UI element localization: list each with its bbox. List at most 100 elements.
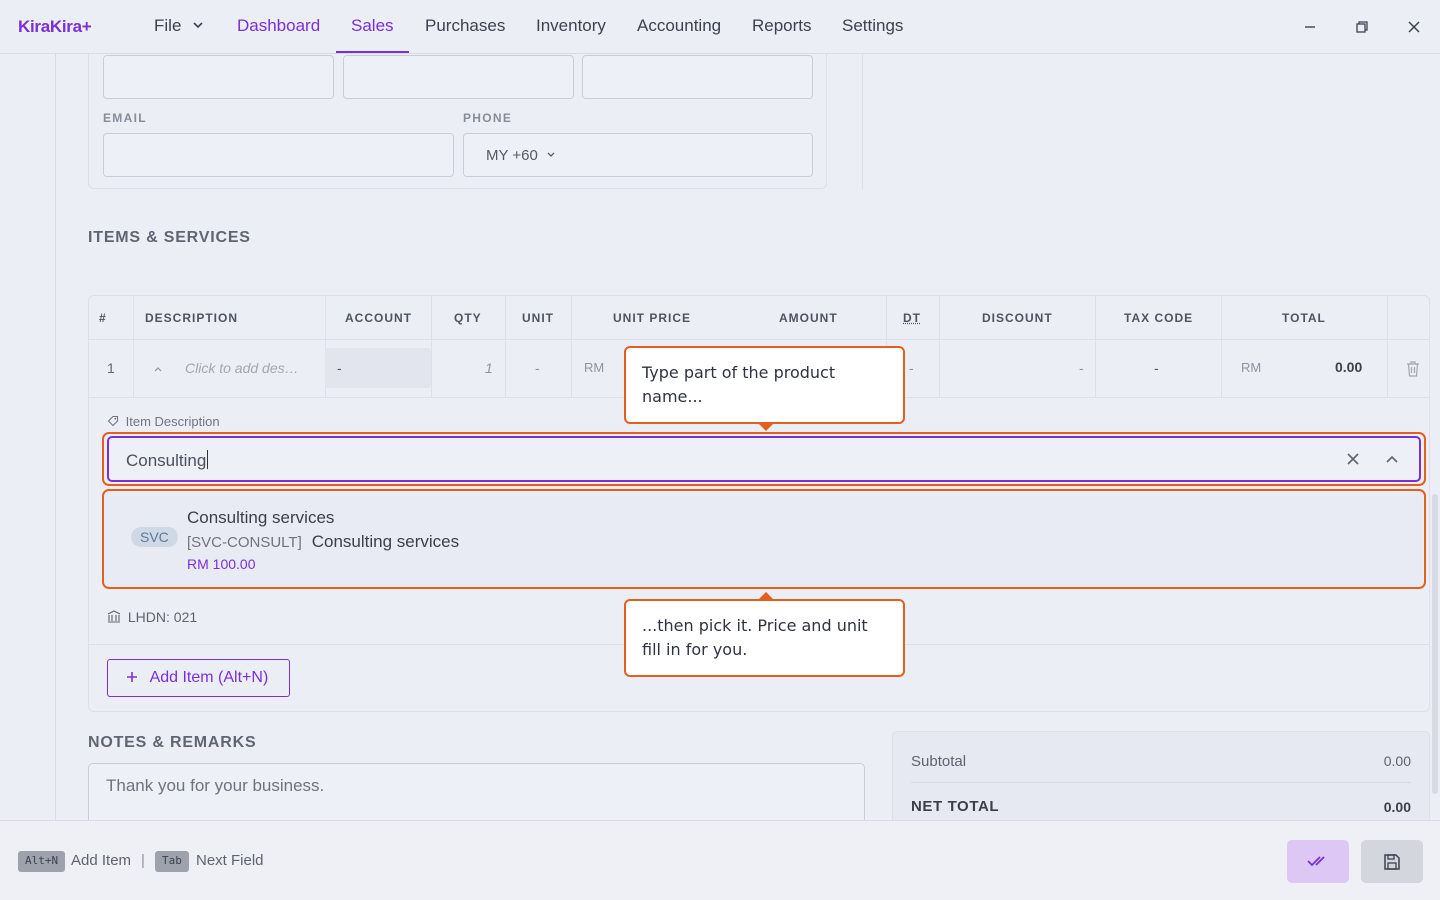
email-label: EMAIL xyxy=(103,111,147,125)
subtotal-value: 0.00 xyxy=(1383,753,1411,769)
col-account: ACCOUNT xyxy=(345,311,412,325)
address-field-3[interactable] xyxy=(582,55,813,99)
shortcut-key-tab: Tab xyxy=(155,851,189,872)
plus-icon xyxy=(127,672,137,682)
totals-panel: Subtotal 0.00 NET TOTAL 0.00 xyxy=(892,731,1430,820)
col-unit-price: UNIT PRICE xyxy=(613,311,692,325)
total-currency: RM xyxy=(1241,360,1262,375)
save-button[interactable] xyxy=(1361,840,1423,883)
account-cell[interactable]: - xyxy=(325,348,431,388)
qty-cell[interactable]: 1 xyxy=(485,360,493,376)
invoice-form: EMAIL PHONE MY +60 ITEMS & SERVICES # DE… xyxy=(56,54,1430,820)
account-value: - xyxy=(337,360,342,376)
item-search-input[interactable]: Consulting xyxy=(107,436,1421,482)
item-description-text: Item Description xyxy=(125,414,220,429)
address-field-1[interactable] xyxy=(103,55,334,99)
email-field[interactable] xyxy=(103,133,454,177)
shortcut-key-add: Alt+N xyxy=(18,851,66,872)
unit-price-currency: RM xyxy=(584,360,605,375)
phone-country-select[interactable]: MY +60 xyxy=(486,147,556,164)
mark-complete-button[interactable] xyxy=(1287,840,1349,883)
restore-icon[interactable] xyxy=(1351,16,1373,38)
col-num: # xyxy=(99,311,107,325)
lhdn-code: LHDN: 021 xyxy=(107,609,197,625)
row-number: 1 xyxy=(107,360,115,376)
phone-field[interactable]: MY +60 xyxy=(463,133,813,177)
top-bar: KiraKira+ File Dashboard Sales Purchases… xyxy=(0,0,1440,54)
menu-dashboard[interactable]: Dashboard xyxy=(237,16,320,36)
tooltip-type-product: Type part of the product name... xyxy=(624,346,905,431)
left-sidebar xyxy=(0,54,56,820)
search-value-wrap: Consulting xyxy=(126,450,209,471)
col-dt: DT xyxy=(903,311,921,325)
col-unit: UNIT xyxy=(522,311,554,325)
search-value: Consulting xyxy=(126,451,207,470)
tooltip-arrow xyxy=(758,423,774,431)
menu-sales[interactable]: Sales xyxy=(351,16,394,36)
active-tab-indicator xyxy=(336,51,409,53)
unit-cell[interactable]: - xyxy=(535,360,540,376)
text-caret xyxy=(207,450,209,469)
address-field-2[interactable] xyxy=(343,55,574,99)
building-icon xyxy=(107,610,121,623)
chevron-down-icon xyxy=(547,152,555,157)
dropdown-highlight xyxy=(102,489,1426,589)
divider xyxy=(862,54,863,190)
app-logo: KiraKira+ xyxy=(18,17,92,36)
phone-label: PHONE xyxy=(463,111,513,125)
menu-accounting[interactable]: Accounting xyxy=(637,16,721,36)
trash-icon[interactable] xyxy=(1405,360,1421,378)
phone-code: +60 xyxy=(512,147,538,164)
chevron-up-icon[interactable] xyxy=(153,364,163,374)
col-description: DESCRIPTION xyxy=(145,311,239,325)
notes-value: Thank you for your business. xyxy=(106,776,325,795)
notes-section-title: NOTES & REMARKS xyxy=(88,734,257,751)
col-amount: AMOUNT xyxy=(779,311,838,325)
lhdn-text: LHDN: 021 xyxy=(127,609,198,625)
scrollbar-thumb[interactable] xyxy=(1432,494,1438,794)
discount-cell[interactable]: - xyxy=(1079,360,1084,376)
table-header: # DESCRIPTION ACCOUNT QTY UNIT UNIT PRIC… xyxy=(89,296,1429,340)
minimize-icon[interactable] xyxy=(1299,16,1321,38)
notes-textarea[interactable]: Thank you for your business. xyxy=(88,763,865,820)
scrollbar[interactable] xyxy=(1430,54,1440,820)
tax-code-cell[interactable]: - xyxy=(1154,360,1159,376)
menu-reports[interactable]: Reports xyxy=(752,16,812,36)
add-item-button[interactable]: Add Item (Alt+N) xyxy=(107,659,290,697)
col-total: TOTAL xyxy=(1282,311,1326,325)
tooltip-text: Type part of the product name... xyxy=(642,363,836,406)
menu-file[interactable]: File xyxy=(154,16,204,36)
item-description-label: Item Description xyxy=(107,414,220,429)
double-check-icon xyxy=(1307,856,1325,867)
menu-file-label: File xyxy=(154,16,182,35)
menu-inventory[interactable]: Inventory xyxy=(536,16,606,36)
subtotal-label: Subtotal xyxy=(911,753,967,770)
phone-country: MY xyxy=(486,147,509,164)
col-tax-code: TAX CODE xyxy=(1124,311,1194,325)
description-cell[interactable]: Click to add des… xyxy=(185,360,299,376)
tooltip-arrow xyxy=(758,592,774,600)
divider xyxy=(911,782,1411,783)
net-total-label: NET TOTAL xyxy=(911,798,1000,815)
shortcut-hint-tab: Next Field xyxy=(196,852,264,869)
col-qty: QTY xyxy=(454,311,482,325)
menu-purchases[interactable]: Purchases xyxy=(425,16,505,36)
col-discount: DISCOUNT xyxy=(982,311,1053,325)
close-icon[interactable] xyxy=(1403,16,1425,38)
clear-icon[interactable] xyxy=(1346,452,1360,466)
tooltip-text: ...then pick it. Price and unit fill in … xyxy=(642,616,868,659)
chevron-up-icon[interactable] xyxy=(1385,453,1399,465)
save-icon xyxy=(1384,854,1400,870)
row-total: 0.00 xyxy=(1335,359,1363,375)
shortcut-separator: | xyxy=(141,852,145,869)
chevron-down-icon xyxy=(193,22,203,29)
shortcut-hint-add: Add Item xyxy=(71,852,132,869)
customer-details-box: EMAIL PHONE MY +60 xyxy=(88,54,827,189)
footer-bar: Alt+N Add Item | Tab Next Field xyxy=(0,820,1440,900)
tooltip-pick-product: ...then pick it. Price and unit fill in … xyxy=(624,592,905,677)
net-total-value: 0.00 xyxy=(1383,799,1411,815)
menu-settings[interactable]: Settings xyxy=(842,16,903,36)
dt-cell[interactable]: - xyxy=(909,360,914,376)
tag-icon xyxy=(107,415,119,427)
add-item-label: Add Item (Alt+N) xyxy=(149,669,269,686)
